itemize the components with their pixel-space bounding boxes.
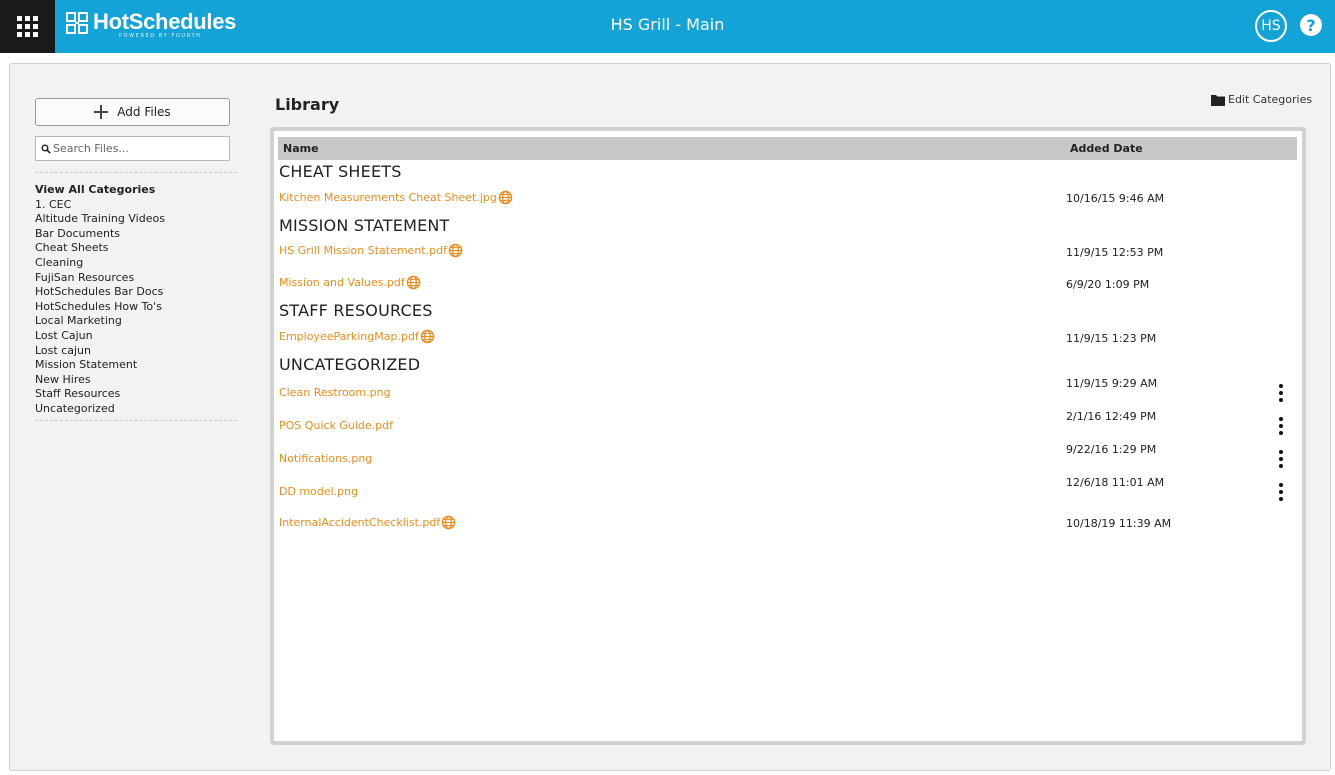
category-item-local-marketing[interactable]: Local Marketing bbox=[35, 314, 165, 329]
category-item-staff-resources[interactable]: Staff Resources bbox=[35, 387, 165, 402]
file-name[interactable]: EmployeeParkingMap.pdf bbox=[279, 330, 419, 343]
kebab-menu-icon[interactable] bbox=[1274, 384, 1288, 402]
add-files-button[interactable]: Add Files bbox=[35, 98, 230, 126]
file-link[interactable]: Kitchen Measurements Cheat Sheet.jpg bbox=[279, 190, 513, 205]
category-item-cheat-sheets[interactable]: Cheat Sheets bbox=[35, 241, 165, 256]
file-name[interactable]: Notifications.png bbox=[279, 452, 372, 465]
file-link[interactable]: POS Quick Guide.pdf bbox=[279, 419, 393, 432]
divider bbox=[35, 172, 237, 173]
file-name[interactable]: POS Quick Guide.pdf bbox=[279, 419, 393, 432]
section-heading: UNCATEGORIZED bbox=[279, 355, 421, 374]
folder-icon bbox=[1211, 94, 1225, 106]
app-grid-icon bbox=[17, 16, 38, 37]
search-icon bbox=[41, 144, 51, 154]
file-name[interactable]: InternalAccidentChecklist.pdf bbox=[279, 516, 440, 529]
category-item-view-all[interactable]: View All Categories bbox=[35, 183, 165, 198]
category-item-new-hires[interactable]: New Hires bbox=[35, 373, 165, 388]
hotschedules-logo-icon bbox=[66, 12, 88, 34]
file-link[interactable]: HS Grill Mission Statement.pdf bbox=[279, 243, 463, 258]
edit-categories-label: Edit Categories bbox=[1228, 93, 1313, 106]
file-link[interactable]: EmployeeParkingMap.pdf bbox=[279, 329, 435, 344]
file-date: 10/18/19 11:39 AM bbox=[1066, 517, 1172, 530]
globe-icon bbox=[441, 515, 456, 530]
file-date: 11/9/15 1:23 PM bbox=[1066, 332, 1157, 345]
file-date: 12/6/18 11:01 AM bbox=[1066, 476, 1165, 489]
category-list: View All Categories 1. CEC Altitude Trai… bbox=[35, 183, 165, 417]
edit-categories-link[interactable]: Edit Categories bbox=[1211, 93, 1312, 106]
category-item-uncategorized[interactable]: Uncategorized bbox=[35, 402, 165, 417]
category-item-cec[interactable]: 1. CEC bbox=[35, 198, 165, 213]
file-link[interactable]: Notifications.png bbox=[279, 452, 372, 465]
brand-tagline: POWERED BY FOURTH bbox=[119, 33, 202, 39]
file-date: 11/9/15 12:53 PM bbox=[1066, 246, 1164, 259]
location-title[interactable]: HS Grill - Main bbox=[611, 15, 725, 34]
file-name[interactable]: DD model.png bbox=[279, 485, 358, 498]
help-icon[interactable]: ? bbox=[1300, 14, 1322, 36]
globe-icon bbox=[420, 329, 435, 344]
category-item-hotschedules-how-tos[interactable]: HotSchedules How To's bbox=[35, 300, 165, 315]
file-date: 2/1/16 12:49 PM bbox=[1066, 410, 1157, 423]
app-grid-button[interactable] bbox=[0, 0, 55, 53]
globe-icon bbox=[448, 243, 463, 258]
column-header-added-date[interactable]: Added Date bbox=[1070, 142, 1143, 155]
category-item-lost-cajun[interactable]: Lost Cajun bbox=[35, 329, 165, 344]
category-item-cleaning[interactable]: Cleaning bbox=[35, 256, 165, 271]
hotschedules-logo[interactable]: HotSchedules POWERED BY FOURTH bbox=[66, 10, 236, 42]
add-files-label: Add Files bbox=[117, 105, 171, 119]
file-date: 10/16/15 9:46 AM bbox=[1066, 192, 1165, 205]
file-link[interactable]: Mission and Values.pdf bbox=[279, 275, 421, 290]
file-name[interactable]: HS Grill Mission Statement.pdf bbox=[279, 244, 447, 257]
divider bbox=[35, 420, 237, 421]
category-item-bar-documents[interactable]: Bar Documents bbox=[35, 227, 165, 242]
file-link[interactable]: DD model.png bbox=[279, 485, 358, 498]
section-heading: STAFF RESOURCES bbox=[279, 301, 433, 320]
kebab-menu-icon[interactable] bbox=[1274, 450, 1288, 468]
file-date: 11/9/15 9:29 AM bbox=[1066, 377, 1158, 390]
table-header: Name Added Date bbox=[278, 137, 1297, 160]
category-item-fujisan-resources[interactable]: FujiSan Resources bbox=[35, 271, 165, 286]
page-title: Library bbox=[275, 95, 340, 114]
plus-icon bbox=[94, 105, 109, 119]
file-link[interactable]: Clean Restroom.png bbox=[279, 386, 391, 399]
search-input[interactable] bbox=[53, 142, 223, 155]
kebab-menu-icon[interactable] bbox=[1274, 417, 1288, 435]
column-header-name[interactable]: Name bbox=[283, 142, 319, 155]
search-box[interactable] bbox=[35, 136, 230, 161]
file-link[interactable]: InternalAccidentChecklist.pdf bbox=[279, 515, 456, 530]
category-item-mission-statement[interactable]: Mission Statement bbox=[35, 358, 165, 373]
globe-icon bbox=[406, 275, 421, 290]
user-avatar[interactable]: HS bbox=[1255, 10, 1287, 42]
file-name[interactable]: Kitchen Measurements Cheat Sheet.jpg bbox=[279, 191, 497, 204]
category-item-altitude-training-videos[interactable]: Altitude Training Videos bbox=[35, 212, 165, 227]
file-date: 9/22/16 1:29 PM bbox=[1066, 443, 1157, 456]
top-bar: HotSchedules POWERED BY FOURTH HS Grill … bbox=[0, 0, 1335, 53]
file-name[interactable]: Clean Restroom.png bbox=[279, 386, 391, 399]
category-item-lost-cajun-lower[interactable]: Lost cajun bbox=[35, 344, 165, 359]
section-heading: CHEAT SHEETS bbox=[279, 162, 402, 181]
category-item-hotschedules-bar-docs[interactable]: HotSchedules Bar Docs bbox=[35, 285, 165, 300]
file-name[interactable]: Mission and Values.pdf bbox=[279, 276, 405, 289]
section-heading: MISSION STATEMENT bbox=[279, 216, 450, 235]
kebab-menu-icon[interactable] bbox=[1274, 483, 1288, 501]
brand-name: HotSchedules bbox=[93, 9, 237, 34]
globe-icon bbox=[498, 190, 513, 205]
file-date: 6/9/20 1:09 PM bbox=[1066, 278, 1150, 291]
